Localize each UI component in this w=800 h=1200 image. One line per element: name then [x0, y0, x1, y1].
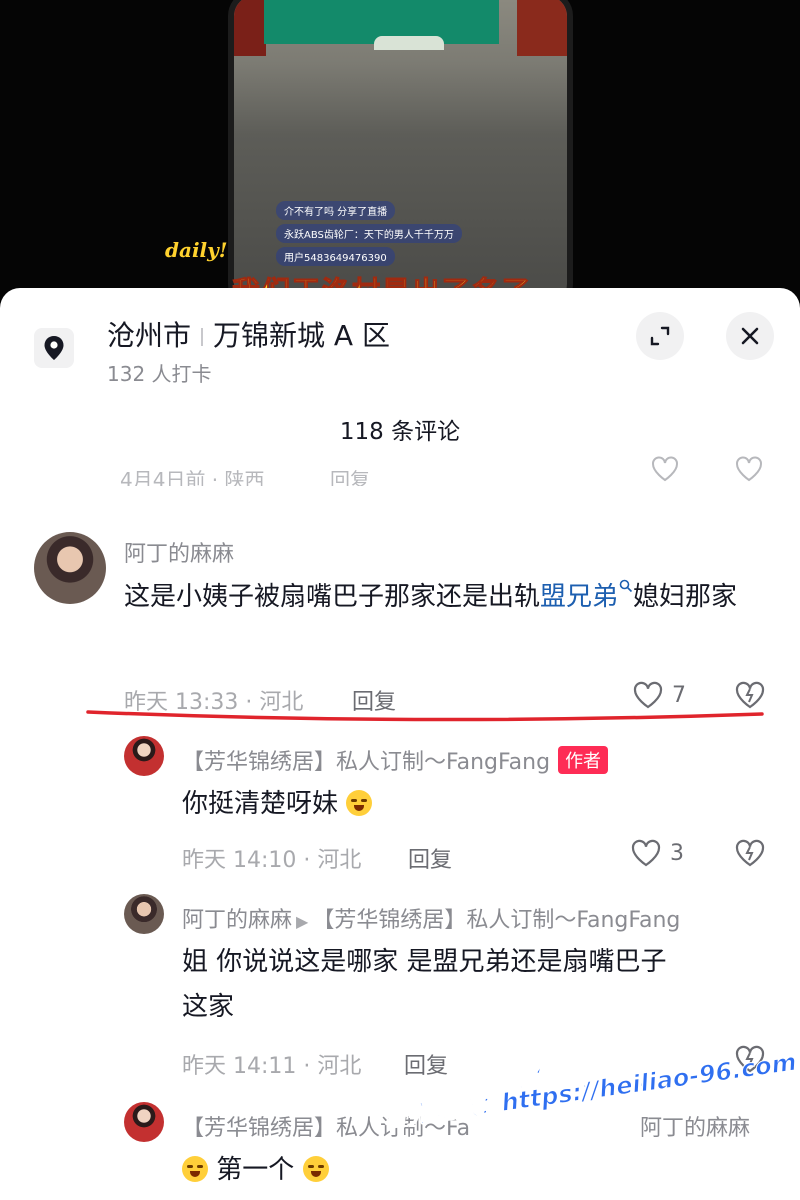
comment-username[interactable]: 阿丁的麻麻 ▶ 【芳华锦绣居】私人订制～FangFang	[182, 902, 680, 934]
divider	[201, 328, 204, 346]
avatar[interactable]	[124, 736, 164, 776]
like-count: 3	[670, 840, 684, 866]
reply-to-username[interactable]: 阿丁的麻麻	[640, 1110, 750, 1142]
crying-laughing-emoji-icon	[182, 1156, 208, 1182]
reply-button[interactable]: 回复	[408, 842, 452, 874]
avatar[interactable]	[34, 532, 106, 604]
partial-comment-row: 4月4日前 · 陕西 回复	[120, 456, 780, 486]
location-title[interactable]: 沧州市 万锦新城 A 区	[107, 314, 390, 354]
dislike-button[interactable]	[734, 680, 766, 710]
comment-meta: 昨天 13:33 · 河北	[124, 690, 304, 715]
search-icon	[619, 579, 633, 593]
comment-username[interactable]: 【芳华锦绣居】私人订制～FangFang 作者	[182, 744, 609, 776]
reply-button[interactable]: 回复	[352, 684, 396, 716]
reply-arrow-icon: ▶	[296, 912, 309, 931]
like-button[interactable]: 7	[632, 680, 686, 710]
comment-meta: 昨天 14:10 · 河北	[182, 848, 362, 873]
danmaku-message: 用户5483649476390	[276, 247, 395, 266]
heart-icon[interactable]	[650, 456, 680, 484]
like-button[interactable]: 3	[630, 838, 684, 868]
location-city: 沧州市	[107, 319, 192, 352]
comment-text: 你挺清楚呀妹	[182, 782, 373, 827]
location-pin-icon[interactable]	[34, 328, 74, 368]
dislike-button[interactable]	[734, 838, 766, 868]
danmaku-message: 永跃ABS齿轮厂：天下的男人千千万万	[276, 224, 462, 243]
comment-text: 第一个	[182, 1148, 329, 1193]
danmaku-message: 介不有了吗 分享了直播	[276, 201, 396, 220]
avatar[interactable]	[124, 894, 164, 934]
expand-icon	[650, 326, 670, 346]
heart-icon	[631, 839, 661, 867]
heart-icon	[633, 681, 663, 709]
expand-button[interactable]	[636, 312, 684, 360]
comment-count: 118 条评论	[339, 419, 461, 445]
comment-username[interactable]: 阿丁的麻麻	[124, 536, 234, 568]
author-badge: 作者	[558, 746, 609, 774]
search-link[interactable]: 盟兄弟	[540, 579, 633, 612]
comment-meta: 4月4日前 · 陕西	[120, 468, 265, 486]
avatar[interactable]	[124, 1102, 164, 1142]
location-place: 万锦新城 A 区	[213, 319, 390, 352]
checkin-count: 132 人打卡	[107, 362, 212, 386]
crying-laughing-emoji-icon	[346, 790, 373, 816]
daily-sticker: daily!	[165, 238, 228, 262]
comment-text: 姐 你说说这是哪家 是盟兄弟还是扇嘴巴子 这家	[182, 947, 667, 1022]
phone-screen-image: 介不有了吗 分享了直播 永跃ABS齿轮厂：天下的男人千千万万 用户5483649…	[228, 0, 573, 300]
close-icon	[741, 327, 759, 345]
reply-button[interactable]: 回复	[404, 1048, 448, 1080]
reply-button[interactable]: 回复	[330, 464, 370, 486]
crying-laughing-emoji-icon	[302, 1156, 329, 1182]
close-button[interactable]	[726, 312, 774, 360]
dislike-icon[interactable]	[734, 456, 764, 484]
like-count: 7	[672, 682, 686, 708]
comment-text: 这是小姨子被扇嘴巴子那家还是出轨盟兄弟 媳妇那家	[124, 575, 764, 620]
comment-meta: 昨天 14:11 · 河北	[182, 1054, 362, 1079]
video-background: 介不有了吗 分享了直播 永跃ABS齿轮厂：天下的男人千千万万 用户5483649…	[0, 0, 800, 300]
